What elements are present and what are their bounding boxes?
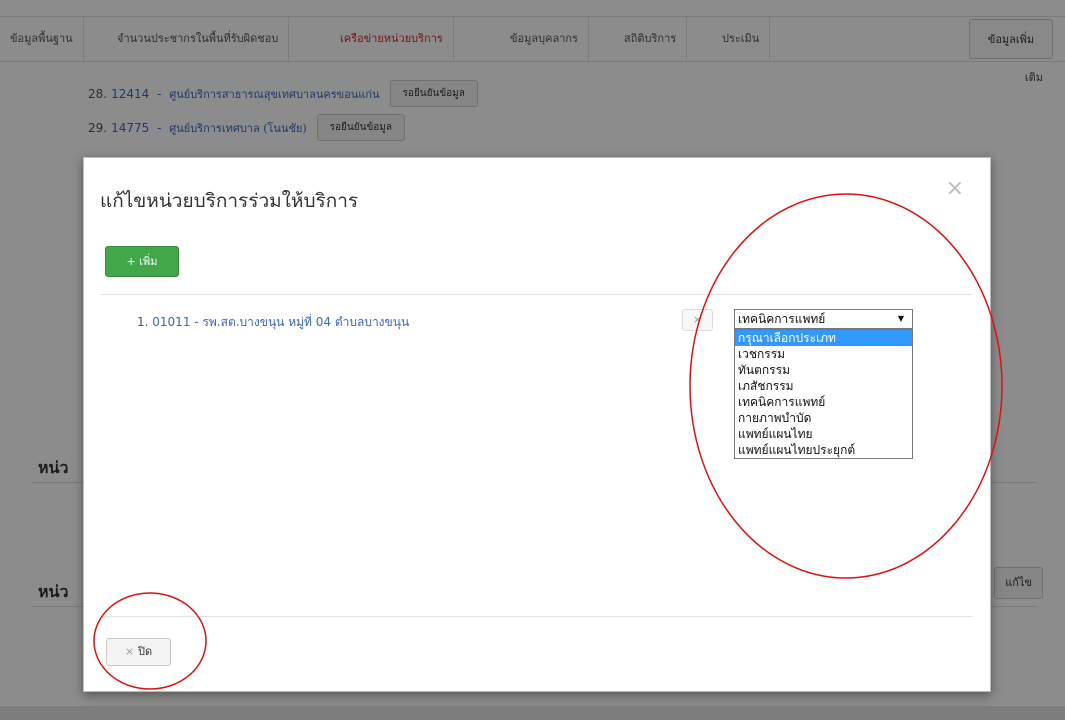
annotation-ellipse-close <box>93 592 207 690</box>
annotation-layer <box>93 193 1003 690</box>
annotation-ellipse-dropdown <box>689 193 1003 579</box>
